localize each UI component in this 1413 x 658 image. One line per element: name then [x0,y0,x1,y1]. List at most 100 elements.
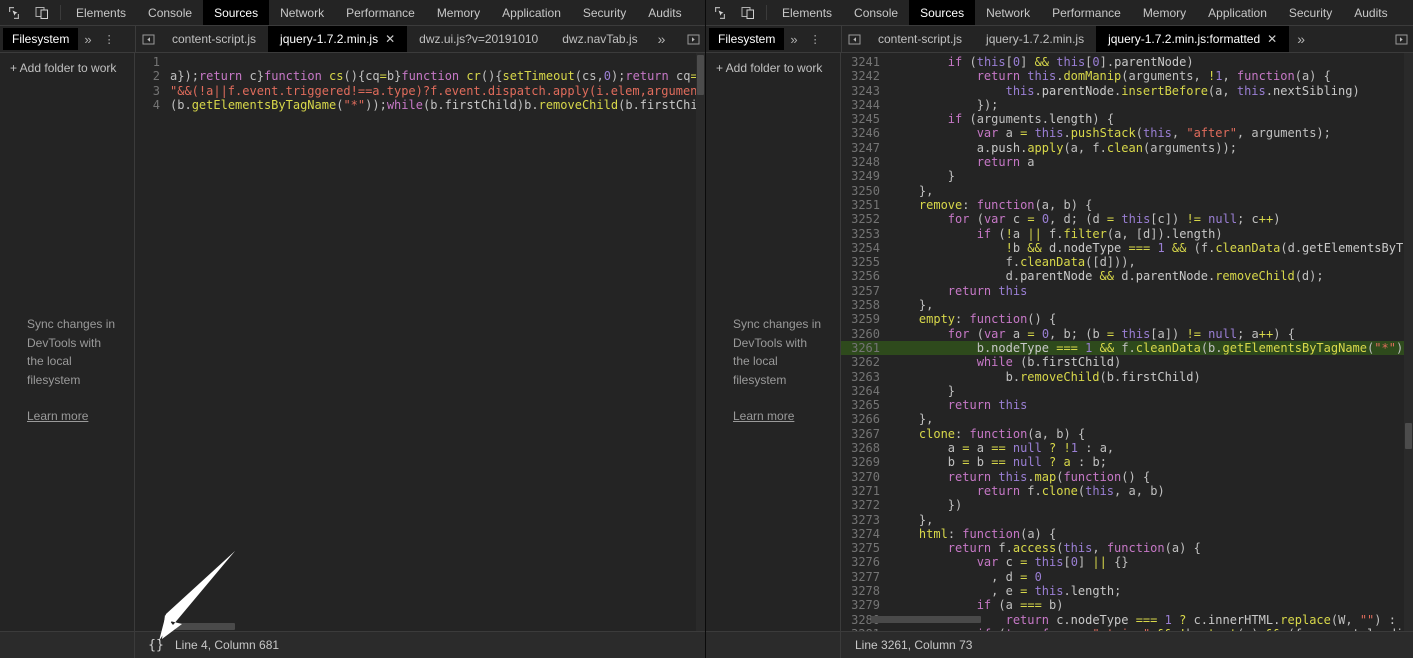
line-number[interactable]: 3261 [841,341,885,355]
line-number[interactable]: 3259 [841,312,885,326]
line-number[interactable]: 2 [135,69,165,83]
tab-security[interactable]: Security [1278,0,1343,25]
open-sidebar-icon[interactable] [681,26,705,52]
file-tab-dwz-ui[interactable]: dwz.ui.js?v=20191010 [407,26,550,52]
toggle-device-toolbar-icon[interactable] [28,0,56,25]
tab-elements[interactable]: Elements [771,0,843,25]
tab-memory[interactable]: Memory [426,0,491,25]
line-number[interactable]: 3254 [841,241,885,255]
line-number[interactable]: 3242 [841,69,885,83]
line-number[interactable]: 3266 [841,412,885,426]
line-number[interactable]: 3241 [841,55,885,69]
learn-more-link[interactable]: Learn more [706,409,840,423]
line-number[interactable]: 3248 [841,155,885,169]
scrollbar-thumb[interactable] [871,616,981,623]
line-number[interactable]: 4 [135,98,165,112]
tab-application[interactable]: Application [491,0,572,25]
toggle-device-toolbar-icon[interactable] [734,0,762,25]
line-number[interactable]: 3274 [841,527,885,541]
file-tab-content-script[interactable]: content-script.js [866,26,974,52]
nav-tab-filesystem[interactable]: Filesystem [3,28,79,50]
navigator-toggle-icon[interactable] [842,26,866,52]
line-number[interactable]: 3271 [841,484,885,498]
file-tab-dwz-navtab[interactable]: dwz.navTab.js [550,26,649,52]
editor-vertical-scrollbar-left[interactable] [696,53,705,631]
close-icon[interactable]: ✕ [385,32,395,46]
tab-console[interactable]: Console [843,0,909,25]
line-number[interactable]: 3250 [841,184,885,198]
scrollbar-thumb[interactable] [175,623,235,630]
file-tab-content-script[interactable]: content-script.js [160,26,268,52]
line-number[interactable]: 3262 [841,355,885,369]
nav-tab-filesystem[interactable]: Filesystem [709,28,785,50]
line-number[interactable]: 3276 [841,555,885,569]
line-number[interactable]: 3245 [841,112,885,126]
learn-more-link[interactable]: Learn more [0,409,134,423]
line-number[interactable]: 3269 [841,455,885,469]
line-number[interactable]: 3243 [841,84,885,98]
scrollbar-thumb[interactable] [697,55,704,95]
line-number[interactable]: 3264 [841,384,885,398]
line-number[interactable]: 3255 [841,255,885,269]
line-number[interactable]: 3279 [841,598,885,612]
line-number[interactable]: 3268 [841,441,885,455]
tab-performance[interactable]: Performance [1041,0,1132,25]
line-number[interactable]: 3275 [841,541,885,555]
line-number[interactable]: 3257 [841,284,885,298]
code-editor-right[interactable]: 3241 if (this[0] && this[0].parentNode) 3… [841,53,1404,631]
inspect-element-icon[interactable] [0,0,28,25]
line-number[interactable]: 3270 [841,470,885,484]
tab-performance[interactable]: Performance [335,0,426,25]
line-number[interactable]: 3258 [841,298,885,312]
add-folder-to-workspace-link[interactable]: + Add folder to work [0,59,134,75]
line-number[interactable]: 3263 [841,370,885,384]
tab-security[interactable]: Security [572,0,637,25]
line-number[interactable]: 3253 [841,227,885,241]
line-number[interactable]: 3251 [841,198,885,212]
file-tabs-overflow-icon[interactable]: » [650,26,674,52]
editor-horizontal-scrollbar-right[interactable] [871,616,1404,631]
editor-vertical-scrollbar-right[interactable] [1404,53,1413,631]
line-number[interactable]: 3260 [841,327,885,341]
tab-network[interactable]: Network [269,0,335,25]
scrollbar-thumb[interactable] [1405,423,1412,449]
tab-sources[interactable]: Sources [203,0,270,25]
nav-options-icon[interactable]: ⋮ [98,33,121,46]
line-number[interactable]: 3272 [841,498,885,512]
inspect-element-icon[interactable] [706,0,734,25]
line-number[interactable]: 3246 [841,126,885,140]
line-number[interactable]: 1 [135,55,165,69]
line-number[interactable]: 3249 [841,169,885,183]
tab-application[interactable]: Application [1197,0,1278,25]
file-tab-jquery-min[interactable]: jquery-1.7.2.min.js ✕ [268,26,408,52]
nav-more-tabs-icon[interactable]: » [78,32,97,47]
navigator-toggle-icon[interactable] [136,26,160,52]
editor-horizontal-scrollbar-left[interactable] [165,623,696,631]
pretty-print-format-button[interactable]: {} [143,638,169,653]
line-number[interactable]: 3273 [841,513,885,527]
tab-audits[interactable]: Audits [637,0,692,25]
tab-sources[interactable]: Sources [909,0,976,25]
nav-more-tabs-icon[interactable]: » [784,32,803,47]
tab-audits[interactable]: Audits [1343,0,1398,25]
line-number[interactable]: 3 [135,84,165,98]
line-number[interactable]: 3252 [841,212,885,226]
tab-elements[interactable]: Elements [65,0,137,25]
file-tabs-overflow-icon[interactable]: » [1289,26,1313,52]
line-number[interactable]: 3278 [841,584,885,598]
line-number[interactable]: 3247 [841,141,885,155]
open-sidebar-icon[interactable] [1389,26,1413,52]
file-tab-jquery-min[interactable]: jquery-1.7.2.min.js [974,26,1096,52]
line-number[interactable]: 3265 [841,398,885,412]
line-number[interactable]: 3256 [841,269,885,283]
file-tab-jquery-min-formatted[interactable]: jquery-1.7.2.min.js:formatted ✕ [1096,26,1290,52]
line-number[interactable]: 3277 [841,570,885,584]
line-number[interactable]: 3244 [841,98,885,112]
nav-options-icon[interactable]: ⋮ [804,33,827,46]
tab-memory[interactable]: Memory [1132,0,1197,25]
close-icon[interactable]: ✕ [1267,32,1277,46]
tab-network[interactable]: Network [975,0,1041,25]
line-number[interactable]: 3267 [841,427,885,441]
code-editor-left[interactable]: 1 2 a});return c}function cs(){cq=b}functi… [135,53,696,631]
add-folder-to-workspace-link[interactable]: + Add folder to work [706,59,840,75]
